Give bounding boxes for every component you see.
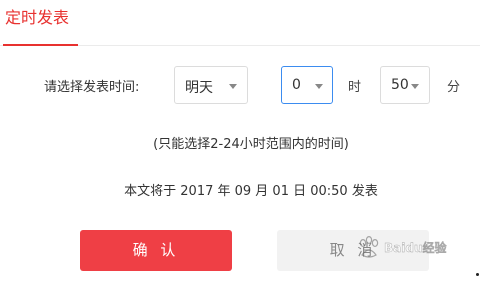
chevron-down-icon <box>229 67 239 105</box>
chevron-down-icon <box>315 67 325 105</box>
tab-scheduled-publish[interactable]: 定时发表 <box>3 0 78 46</box>
hour-select-value: 0 <box>292 77 301 93</box>
stray-dot <box>476 273 479 276</box>
paw-logo-icon <box>359 235 379 258</box>
publish-time-row: 请选择发表时间: 明天 0 时 50 分 <box>0 66 480 104</box>
watermark-text: Baidu经验 <box>384 241 447 255</box>
publish-time-label: 请选择发表时间: <box>44 80 140 95</box>
hour-select[interactable]: 0 <box>281 66 333 104</box>
time-range-hint: (只能选择2-24小时范围内的时间) <box>153 137 349 152</box>
publish-time-summary: 本文将于 2017 年 09 月 01 日 00:50 发表 <box>124 184 378 199</box>
tab-bar: 定时发表 <box>0 0 480 46</box>
confirm-button[interactable]: 确 认 <box>80 230 232 271</box>
day-select[interactable]: 明天 <box>174 66 248 104</box>
tab-active-indicator <box>3 44 78 46</box>
chevron-down-icon <box>411 67 421 105</box>
minute-unit-label: 分 <box>447 80 461 95</box>
watermark: Baidu经验 <box>356 231 456 265</box>
hour-unit-label: 时 <box>348 80 362 95</box>
minute-select[interactable]: 50 <box>380 66 430 104</box>
day-select-value: 明天 <box>185 80 213 96</box>
minute-select-value: 50 <box>391 77 409 93</box>
